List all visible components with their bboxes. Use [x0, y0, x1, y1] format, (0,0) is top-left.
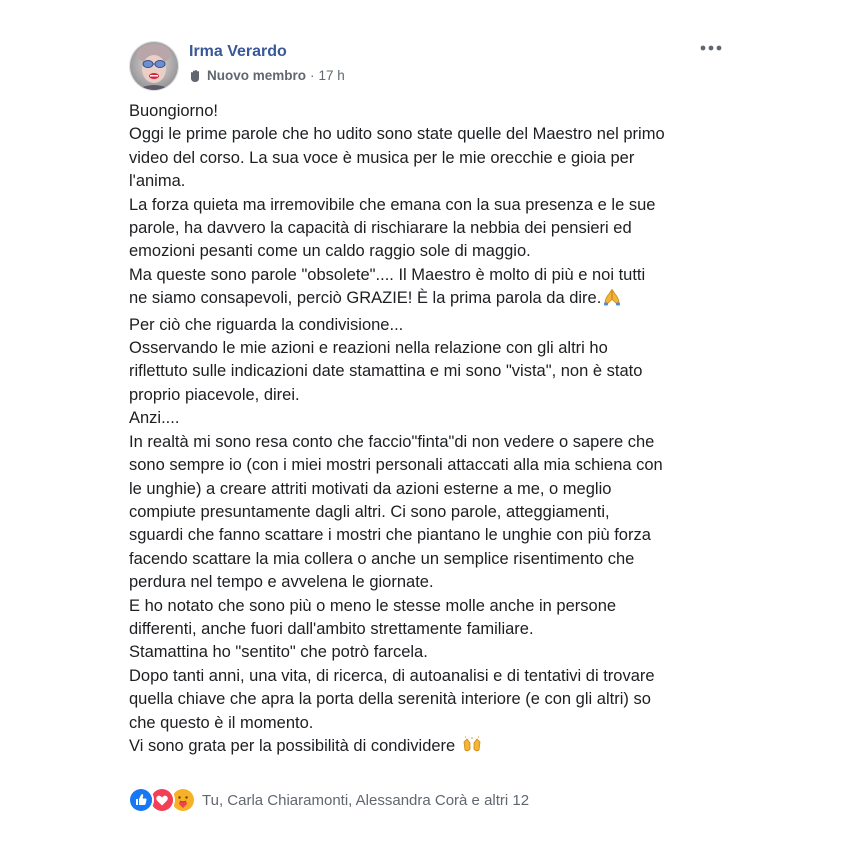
waving-hand-icon — [188, 69, 202, 83]
post-timestamp[interactable]: 17 h — [319, 68, 345, 83]
reactions-text[interactable]: Tu, Carla Chiaramonti, Alessandra Corà e… — [202, 792, 529, 809]
post-meta: Nuovo membro · 17 h — [188, 68, 345, 83]
post-line: video del corso. La sua voce è musica pe… — [129, 148, 635, 167]
member-badge[interactable]: Nuovo membro — [207, 68, 306, 83]
post-line-with-emoji: Vi sono grata per la possibilità di cond… — [129, 735, 729, 761]
post-line: E ho notato che sono più o meno le stess… — [129, 596, 617, 615]
post-line: emozioni pesanti come un caldo raggio so… — [129, 242, 531, 261]
post-line: In realtà mi sono resa conto che faccio"… — [129, 432, 655, 451]
post-line: parole, ha davvero la capacità di rischi… — [129, 219, 632, 238]
post-line: sono sempre io (con i miei mostri person… — [129, 456, 663, 475]
post-line: che questo è il momento. — [129, 713, 314, 732]
post-line: proprio piacevole, direi. — [129, 385, 300, 404]
post-line: Oggi le prime parole che ho udito sono s… — [129, 125, 665, 144]
post-line: Per ciò che riguarda la condivisione... — [129, 315, 404, 334]
post-line: La forza quieta ma irremovibile che eman… — [129, 195, 656, 214]
folded-hands-icon — [603, 288, 621, 313]
post-line: facendo scattare la mia collera o anche … — [129, 549, 635, 568]
more-options-button[interactable] — [697, 38, 725, 58]
facebook-post: Irma Verardo Nuovo membro · 17 h Buongio… — [0, 0, 850, 850]
author-avatar[interactable] — [129, 41, 179, 91]
post-line: Dopo tanti anni, una vita, di ricerca, d… — [129, 666, 655, 685]
post-line: sguardi che fanno scattare i mostri che … — [129, 526, 651, 545]
post-text: Buongiorno! Oggi le prime parole che ho … — [129, 100, 729, 761]
post-line: differenti, anche fuori dall'ambito stre… — [129, 619, 534, 638]
more-options-icon — [700, 45, 722, 51]
post-line: Ma queste sono parole "obsolete".... Il … — [129, 265, 646, 284]
post-line-text: ne siamo consapevoli, perciò GRAZIE! È l… — [129, 289, 602, 308]
post-line: quella chiave che apra la porta della se… — [129, 690, 651, 709]
post-line: Anzi.... — [129, 409, 180, 428]
meta-separator: · — [310, 68, 315, 83]
post-line-text: Vi sono grata per la possibilità di cond… — [129, 736, 456, 755]
author-name[interactable]: Irma Verardo — [189, 43, 287, 61]
like-icon — [128, 787, 154, 813]
post-line: Osservando le mie azioni e reazioni nell… — [129, 339, 608, 358]
post-line-with-emoji: ne siamo consapevoli, perciò GRAZIE! È l… — [129, 287, 729, 313]
post-line: perdura nel tempo e avvelena le giornate… — [129, 573, 434, 592]
raising-hands-icon — [462, 736, 482, 761]
post-line: Stamattina ho "sentito" che potrò farcel… — [129, 643, 428, 662]
post-line: le unghie) a creare attriti motivati da … — [129, 479, 612, 498]
post-line: l'anima. — [129, 172, 186, 191]
reactions-summary[interactable]: Tu, Carla Chiaramonti, Alessandra Corà e… — [128, 787, 529, 813]
avatar-photo — [130, 42, 178, 90]
post-line: compiute presuntamente dagli altri. Ci s… — [129, 502, 610, 521]
post-line: riflettuto sulle indicazioni date stamat… — [129, 362, 643, 381]
post-line: Buongiorno! — [129, 102, 218, 120]
